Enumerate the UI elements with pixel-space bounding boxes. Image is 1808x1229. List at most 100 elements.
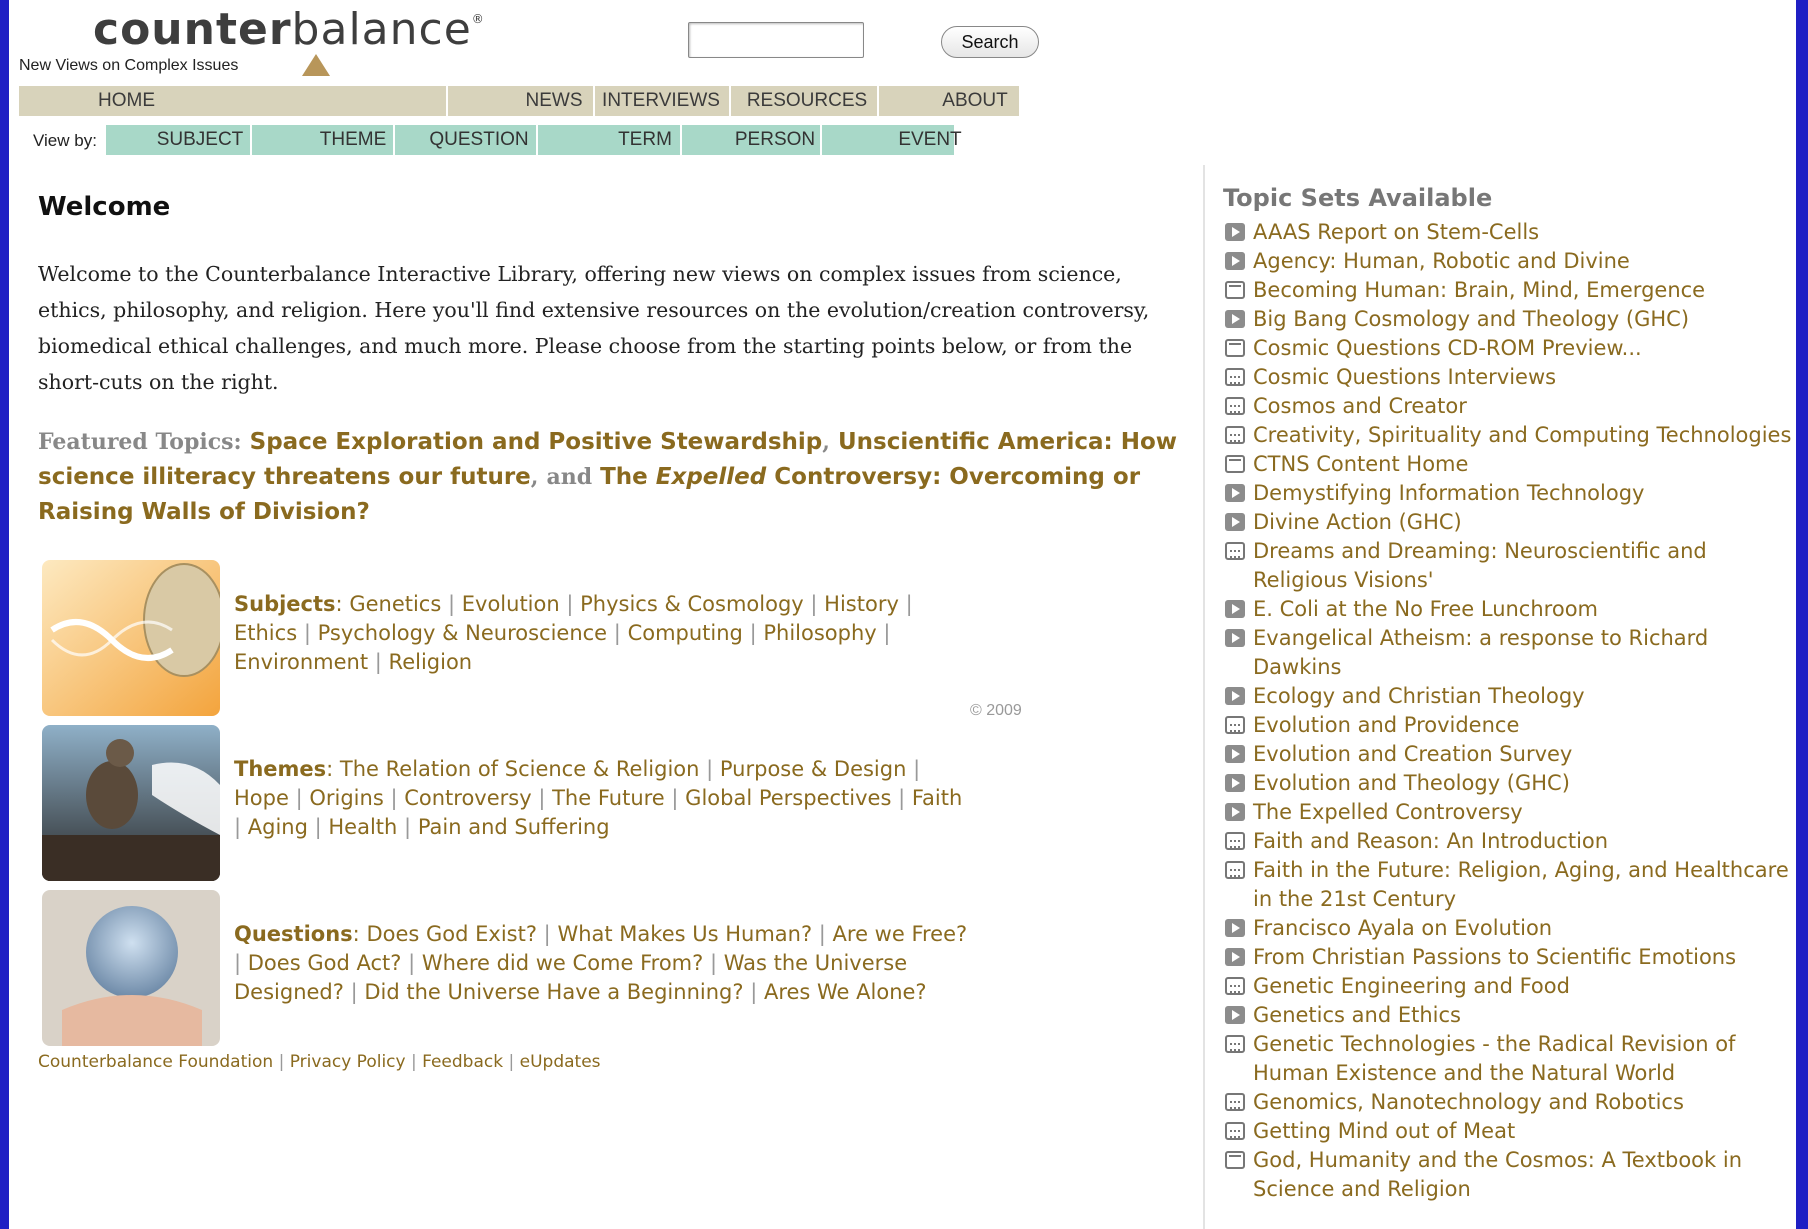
video-icon [1225, 1035, 1245, 1053]
topic-set-item[interactable]: God, Humanity and the Cosmos: A Textbook… [1223, 1146, 1793, 1204]
footer-link-eupdates[interactable]: eUpdates [520, 1052, 601, 1072]
logo-bold-text: counter [93, 4, 292, 55]
play-icon [1225, 252, 1245, 270]
topic-set-item[interactable]: Cosmic Questions CD-ROM Preview... [1223, 334, 1793, 363]
video-icon [1225, 832, 1245, 850]
question-link[interactable]: What Makes Us Human? [557, 922, 812, 946]
topic-set-label: Genetic Technologies - the Radical Revis… [1253, 1032, 1736, 1085]
subject-link[interactable]: Physics & Cosmology [580, 592, 804, 616]
topic-set-item[interactable]: Francisco Ayala on Evolution [1223, 914, 1793, 943]
topic-set-item[interactable]: From Christian Passions to Scientific Em… [1223, 943, 1793, 972]
topic-set-item[interactable]: E. Coli at the No Free Lunchroom [1223, 595, 1793, 624]
viewby-term[interactable]: TERM [590, 125, 700, 155]
theme-link[interactable]: The Future [552, 786, 665, 810]
footer-link-privacy[interactable]: Privacy Policy [290, 1052, 406, 1072]
subject-link[interactable]: Computing [628, 621, 743, 645]
topic-set-item[interactable]: CTNS Content Home [1223, 450, 1793, 479]
subjects-heading[interactable]: Subjects [234, 592, 336, 616]
question-link[interactable]: Ares We Alone? [764, 980, 927, 1004]
subject-link[interactable]: Philosophy [763, 621, 876, 645]
subject-link[interactable]: Genetics [349, 592, 441, 616]
topic-set-item[interactable]: Getting Mind out of Meat [1223, 1117, 1793, 1146]
nav-home[interactable]: HOME [19, 86, 234, 116]
triangle-logo-icon [302, 54, 330, 76]
topic-set-item[interactable]: Faith and Reason: An Introduction [1223, 827, 1793, 856]
topic-set-item[interactable]: Evolution and Theology (GHC) [1223, 769, 1793, 798]
question-link[interactable]: Where did we Come From? [422, 951, 703, 975]
question-link[interactable]: Does God Act? [248, 951, 402, 975]
topic-set-item[interactable]: AAAS Report on Stem-Cells [1223, 218, 1793, 247]
themes-heading[interactable]: Themes [234, 757, 326, 781]
subject-link[interactable]: Psychology & Neuroscience [318, 621, 608, 645]
subject-link[interactable]: History [824, 592, 899, 616]
featured-label: Featured Topics: [38, 429, 242, 455]
topic-set-item[interactable]: The Expelled Controversy [1223, 798, 1793, 827]
theme-link[interactable]: Health [328, 815, 397, 839]
topic-set-item[interactable]: Dreams and Dreaming: Neuroscientific and… [1223, 537, 1793, 595]
topic-set-label: Getting Mind out of Meat [1253, 1119, 1516, 1143]
search-button[interactable]: Search [941, 26, 1039, 58]
column-divider [1203, 165, 1205, 1229]
theme-link[interactable]: Aging [248, 815, 308, 839]
subject-link[interactable]: Ethics [234, 621, 297, 645]
footer-link-feedback[interactable]: Feedback [422, 1052, 503, 1072]
theme-link[interactable]: Origins [309, 786, 383, 810]
footer-links: Counterbalance Foundation | Privacy Poli… [38, 1052, 601, 1072]
topic-set-label: Evolution and Providence [1253, 713, 1520, 737]
topic-set-item[interactable]: Genetic Technologies - the Radical Revis… [1223, 1030, 1793, 1088]
nav-interviews[interactable]: INTERVIEWS [596, 86, 726, 116]
topic-set-item[interactable]: Ecology and Christian Theology [1223, 682, 1793, 711]
topic-set-item[interactable]: Genomics, Nanotechnology and Robotics [1223, 1088, 1793, 1117]
nav-news[interactable]: NEWS [518, 86, 590, 116]
topic-set-item[interactable]: Genetic Engineering and Food [1223, 972, 1793, 1001]
nav-about[interactable]: ABOUT [935, 86, 1015, 116]
footer-link-foundation[interactable]: Counterbalance Foundation [38, 1052, 273, 1072]
topic-set-item[interactable]: Agency: Human, Robotic and Divine [1223, 247, 1793, 276]
topic-set-item[interactable]: Becoming Human: Brain, Mind, Emergence [1223, 276, 1793, 305]
topic-set-item[interactable]: Divine Action (GHC) [1223, 508, 1793, 537]
viewby-subject[interactable]: SUBJECT [140, 125, 260, 155]
subject-link[interactable]: Religion [389, 650, 473, 674]
viewby-question[interactable]: QUESTION [404, 125, 554, 155]
video-icon [1225, 542, 1245, 560]
topic-set-item[interactable]: Evangelical Atheism: a response to Richa… [1223, 624, 1793, 682]
question-link[interactable]: Does God Exist? [366, 922, 537, 946]
topic-set-label: Becoming Human: Brain, Mind, Emergence [1253, 278, 1706, 302]
topic-set-item[interactable]: Genetics and Ethics [1223, 1001, 1793, 1030]
topic-set-item[interactable]: Cosmos and Creator [1223, 392, 1793, 421]
theme-link[interactable]: Faith [912, 786, 962, 810]
topic-set-item[interactable]: Cosmic Questions Interviews [1223, 363, 1793, 392]
play-icon [1225, 948, 1245, 966]
subject-link[interactable]: Environment [234, 650, 368, 674]
topic-set-label: Big Bang Cosmology and Theology (GHC) [1253, 307, 1690, 331]
theme-link[interactable]: Global Perspectives [685, 786, 891, 810]
right-border [1796, 0, 1808, 1229]
site-logo[interactable]: counterbalance® [93, 4, 484, 56]
viewby-event[interactable]: EVENT [860, 125, 1000, 155]
topic-set-item[interactable]: Demystifying Information Technology [1223, 479, 1793, 508]
topic-set-item[interactable]: Evolution and Creation Survey [1223, 740, 1793, 769]
topic-set-label: Divine Action (GHC) [1253, 510, 1462, 534]
topic-set-label: Cosmic Questions Interviews [1253, 365, 1557, 389]
question-link[interactable]: Did the Universe Have a Beginning? [364, 980, 743, 1004]
viewby-label: View by: [33, 131, 97, 150]
subject-link[interactable]: Evolution [462, 592, 560, 616]
play-icon [1225, 774, 1245, 792]
search-input[interactable] [688, 22, 864, 58]
topic-set-item[interactable]: Evolution and Providence [1223, 711, 1793, 740]
theme-link[interactable]: Controversy [404, 786, 531, 810]
featured-link-space[interactable]: Space Exploration and Positive Stewardsh… [250, 429, 823, 455]
nav-resources[interactable]: RESOURCES [732, 86, 882, 116]
topic-set-item[interactable]: Creativity, Spirituality and Computing T… [1223, 421, 1793, 450]
question-link[interactable]: Are we Free? [833, 922, 968, 946]
topic-set-label: Agency: Human, Robotic and Divine [1253, 249, 1630, 273]
theme-link[interactable]: Purpose & Design [720, 757, 907, 781]
topic-set-item[interactable]: Big Bang Cosmology and Theology (GHC) [1223, 305, 1793, 334]
topic-set-item[interactable]: Faith in the Future: Religion, Aging, an… [1223, 856, 1793, 914]
viewby-theme[interactable]: THEME [300, 125, 406, 155]
questions-heading[interactable]: Questions [234, 922, 353, 946]
theme-link[interactable]: Hope [234, 786, 289, 810]
theme-link[interactable]: The Relation of Science & Religion [340, 757, 700, 781]
topic-set-label: Evangelical Atheism: a response to Richa… [1253, 626, 1709, 679]
theme-link[interactable]: Pain and Suffering [418, 815, 610, 839]
